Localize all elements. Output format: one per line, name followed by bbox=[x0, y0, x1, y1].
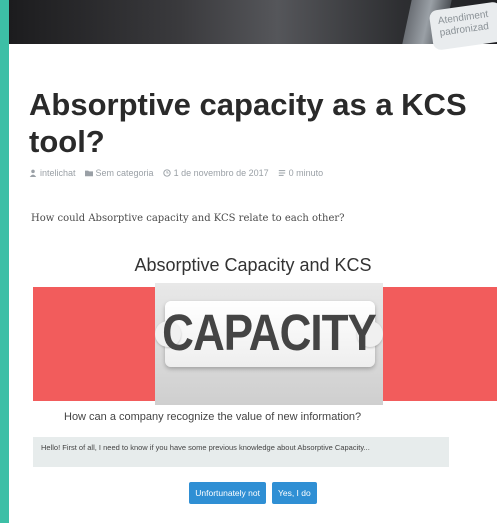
post-title: Absorptive capacity as a KCS tool? bbox=[29, 87, 467, 159]
user-icon bbox=[29, 169, 37, 177]
meta-category[interactable]: Sem categoria bbox=[84, 168, 154, 178]
hero-sticker: Atendiment padronizad bbox=[428, 1, 497, 51]
bot-message: Hello! First of all, I need to know if y… bbox=[33, 437, 449, 467]
meta-reading-time-label: 0 minuto bbox=[288, 168, 324, 178]
capacity-banner: CAPACITY bbox=[33, 283, 497, 405]
lines-icon bbox=[278, 170, 285, 176]
meta-date: 1 de novembro de 2017 bbox=[162, 168, 269, 178]
meta-reading-time: 0 minuto bbox=[278, 168, 324, 178]
meta-author[interactable]: intelichat bbox=[29, 168, 76, 178]
hero-image: Atendiment padronizad bbox=[9, 0, 497, 51]
meta-category-label: Sem categoria bbox=[95, 168, 154, 178]
reply-choices: Unfortunately not Yes, I do bbox=[9, 482, 497, 504]
clock-icon bbox=[162, 169, 171, 177]
puzzle-photo: CAPACITY bbox=[155, 283, 383, 405]
choice-unfortunately-not-button[interactable]: Unfortunately not bbox=[189, 482, 266, 504]
meta-date-label: 1 de novembro de 2017 bbox=[173, 168, 269, 178]
banner-word: CAPACITY bbox=[162, 305, 377, 362]
folder-icon bbox=[84, 170, 93, 177]
post-meta: intelichat Sem categoria 1 de novembro d… bbox=[29, 168, 323, 178]
chatbot-title: Absorptive Capacity and KCS bbox=[134, 255, 372, 275]
meta-author-label: intelichat bbox=[40, 168, 76, 178]
chat-question: How can a company recognize the value of… bbox=[64, 411, 362, 423]
post-intro: How could Absorptive capacity and KCS re… bbox=[31, 213, 345, 224]
choice-yes-i-do-button[interactable]: Yes, I do bbox=[271, 482, 317, 504]
page: Atendiment padronizad Absorptive capacit… bbox=[9, 0, 497, 523]
